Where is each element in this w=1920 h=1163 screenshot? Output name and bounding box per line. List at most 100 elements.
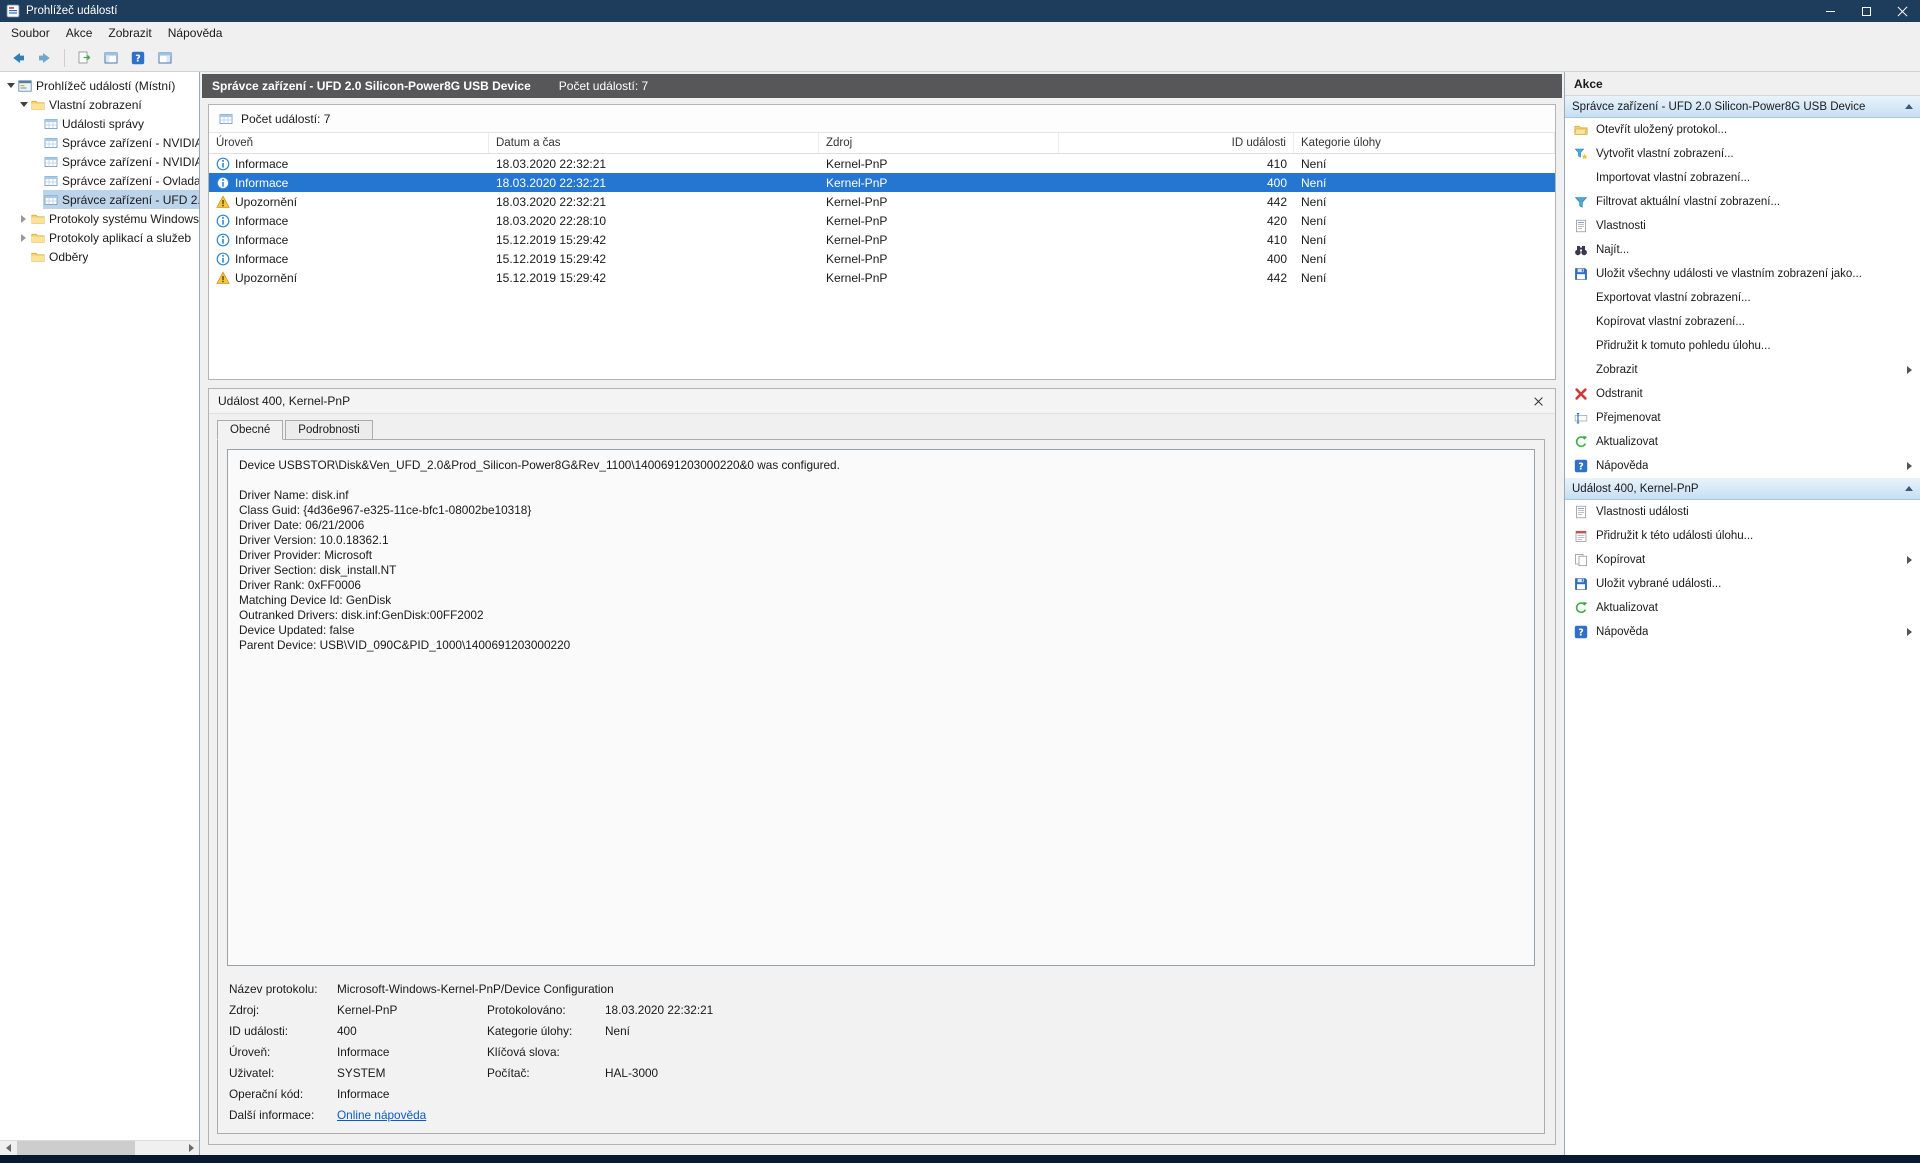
collapse-arrow-icon[interactable] (17, 234, 30, 242)
event-row[interactable]: Informace18.03.2020 22:32:21Kernel-PnP40… (209, 173, 1555, 192)
action-odstranit[interactable]: Odstranit (1565, 382, 1920, 406)
event-source: Kernel-PnP (819, 230, 1059, 249)
help-button[interactable]: ? (126, 46, 150, 70)
tree-item-protokoly-aplikaci-a-sluzeb[interactable]: Protokoly aplikací a služeb (0, 228, 199, 247)
event-datetime: 15.12.2019 15:29:42 (489, 249, 819, 268)
menu-akce[interactable]: Akce (58, 23, 101, 43)
tree-item-spravce-zarizeni-nvidia[interactable]: Správce zařízení - NVIDIA (0, 152, 199, 171)
action-ulozit-vsechny-udalosti-ve-vlastnim-zobrazeni-jako[interactable]: Uložit všechny události ve vlastním zobr… (1565, 262, 1920, 286)
toolbar-separator (64, 49, 65, 67)
expand-arrow-icon[interactable] (4, 83, 17, 88)
action-vytvorit-vlastni-zobrazeni[interactable]: Vytvořit vlastní zobrazení... (1565, 142, 1920, 166)
tree-item-label: Vlastní zobrazení (49, 98, 142, 112)
blank-icon (1573, 171, 1588, 186)
action-otevrit-ulozeny-protokol[interactable]: Otevřít uložený protokol... (1565, 118, 1920, 142)
action-item-label: Kopírovat (1596, 554, 1645, 566)
action-aktualizovat[interactable]: Aktualizovat (1565, 430, 1920, 454)
forward-icon (37, 50, 53, 66)
detail-close-button[interactable] (1530, 393, 1546, 409)
column-header-zdroj[interactable]: Zdroj (819, 133, 1059, 153)
tree-item-udalosti-spravy[interactable]: Události správy (0, 114, 199, 133)
event-level-text: Informace (235, 252, 288, 266)
events-empty-area (209, 287, 1555, 379)
action-importovat-vlastni-zobrazeni[interactable]: Importovat vlastní zobrazení... (1565, 166, 1920, 190)
action-group-header-udalost-400-kernel-pnp[interactable]: Událost 400, Kernel-PnP (1565, 478, 1920, 500)
action-vlastnosti[interactable]: Vlastnosti (1565, 214, 1920, 238)
event-id: 400 (1059, 173, 1294, 192)
event-row[interactable]: Informace18.03.2020 22:28:10Kernel-PnP42… (209, 211, 1555, 230)
menu-napoveda[interactable]: Nápověda (160, 23, 231, 43)
tree-item-spravce-zarizeni-ovlada[interactable]: Správce zařízení - Ovlada (0, 171, 199, 190)
help-icon: ? (1573, 625, 1588, 640)
action-ulozit-vybrane-udalosti[interactable]: Uložit vybrané události... (1565, 572, 1920, 596)
tree-item-spravce-zarizeni-ufd-2-0[interactable]: Správce zařízení - UFD 2.0 (0, 190, 199, 209)
action-item-label: Vlastnosti (1596, 220, 1646, 232)
action-prejmenovat[interactable]: Přejmenovat (1565, 406, 1920, 430)
event-row[interactable]: Informace18.03.2020 22:32:21Kernel-PnP41… (209, 154, 1555, 173)
console-tree-button[interactable] (99, 46, 123, 70)
action-napoveda[interactable]: ?Nápověda (1565, 620, 1920, 644)
event-detail-panel: Událost 400, Kernel-PnP ObecnéPodrobnost… (208, 388, 1556, 1145)
view-icon (44, 174, 58, 188)
tree-item-vlastni-zobrazeni[interactable]: Vlastní zobrazení (0, 95, 199, 114)
window-title: Prohlížeč událostí (26, 5, 117, 17)
info-icon (216, 157, 230, 171)
expand-arrow-icon[interactable] (17, 102, 30, 107)
menu-zobrazit[interactable]: Zobrazit (100, 23, 159, 43)
action-kopirovat[interactable]: Kopírovat (1565, 548, 1920, 572)
action-aktualizovat[interactable]: Aktualizovat (1565, 596, 1920, 620)
svg-text:?: ? (1578, 461, 1584, 472)
action-kopirovat-vlastni-zobrazeni[interactable]: Kopírovat vlastní zobrazení... (1565, 310, 1920, 334)
event-row[interactable]: Upozornění15.12.2019 15:29:42Kernel-PnP4… (209, 268, 1555, 287)
close-button[interactable] (1884, 0, 1920, 22)
action-exportovat-vlastni-zobrazeni[interactable]: Exportovat vlastní zobrazení... (1565, 286, 1920, 310)
export-icon (76, 50, 92, 66)
field-label: ID události: (229, 1024, 337, 1038)
svg-text:?: ? (135, 53, 141, 64)
tab-obecne[interactable]: Obecné (217, 420, 283, 440)
maximize-button[interactable] (1848, 0, 1884, 22)
tree-horizontal-scrollbar[interactable] (0, 1140, 199, 1155)
minimize-button[interactable] (1812, 0, 1848, 22)
event-row[interactable]: Informace15.12.2019 15:29:42Kernel-PnP40… (209, 249, 1555, 268)
export-button[interactable] (72, 46, 96, 70)
action-napoveda[interactable]: ?Nápověda (1565, 454, 1920, 478)
scroll-right-button[interactable] (183, 1141, 199, 1156)
scrollbar-thumb[interactable] (17, 1141, 135, 1156)
menu-soubor[interactable]: Soubor (3, 23, 58, 43)
tree-item-content: Události správy (43, 114, 199, 133)
column-header-datum-a-cas[interactable]: Datum a čas (489, 133, 819, 153)
tree-item-prohlizec-udalosti-mistni[interactable]: Prohlížeč událostí (Místní) (0, 76, 199, 95)
tree-item-odbery[interactable]: Odběry (0, 247, 199, 266)
collapse-arrow-icon[interactable] (17, 215, 30, 223)
blank-icon (1573, 339, 1588, 354)
tab-podrobnosti[interactable]: Podrobnosti (285, 420, 372, 440)
action-najit[interactable]: Najít... (1565, 238, 1920, 262)
minimize-icon (1826, 11, 1835, 12)
tree-item-protokoly-systemu-windows[interactable]: Protokoly systému Windows (0, 209, 199, 228)
scroll-left-button[interactable] (0, 1141, 16, 1156)
event-row[interactable]: Informace15.12.2019 15:29:42Kernel-PnP41… (209, 230, 1555, 249)
action-pridruzit-k-teto-udalosti-ulohu[interactable]: Přidružit k této události úlohu... (1565, 524, 1920, 548)
field-value: 400 (337, 1024, 487, 1038)
column-header-kategorie-ulohy[interactable]: Kategorie úlohy (1294, 133, 1555, 153)
action-pane-button[interactable] (153, 46, 177, 70)
action-pridruzit-k-tomuto-pohledu-ulohu[interactable]: Přidružit k tomuto pohledu úlohu... (1565, 334, 1920, 358)
event-row[interactable]: Upozornění18.03.2020 22:32:21Kernel-PnP4… (209, 192, 1555, 211)
online-help-link[interactable]: Online nápověda (337, 1108, 1533, 1122)
window-titlebar[interactable]: Prohlížeč událostí (0, 0, 1920, 22)
forward-button[interactable] (33, 46, 57, 70)
events-table-rows: Informace18.03.2020 22:32:21Kernel-PnP41… (209, 154, 1555, 287)
action-filtrovat-aktualni-vlastni-zobrazeni[interactable]: Filtrovat aktuální vlastní zobrazení... (1565, 190, 1920, 214)
tree-item-spravce-zarizeni-nvidia[interactable]: Správce zařízení - NVIDIA (0, 133, 199, 152)
column-header-uroven[interactable]: Úroveň (209, 133, 489, 153)
copy-icon (1573, 553, 1588, 568)
event-datetime: 18.03.2020 22:32:21 (489, 154, 819, 173)
column-header-id-udalosti[interactable]: ID události (1059, 133, 1294, 153)
back-button[interactable] (6, 46, 30, 70)
action-vlastnosti-udalosti[interactable]: Vlastnosti události (1565, 500, 1920, 524)
event-category: Není (1294, 211, 1555, 230)
action-zobrazit[interactable]: Zobrazit (1565, 358, 1920, 382)
menu-bar: SouborAkceZobrazitNápověda (0, 22, 1920, 44)
action-group-header-spravce-zarizeni-ufd-2-0-silic[interactable]: Správce zařízení - UFD 2.0 Silicon-Power… (1565, 96, 1920, 118)
